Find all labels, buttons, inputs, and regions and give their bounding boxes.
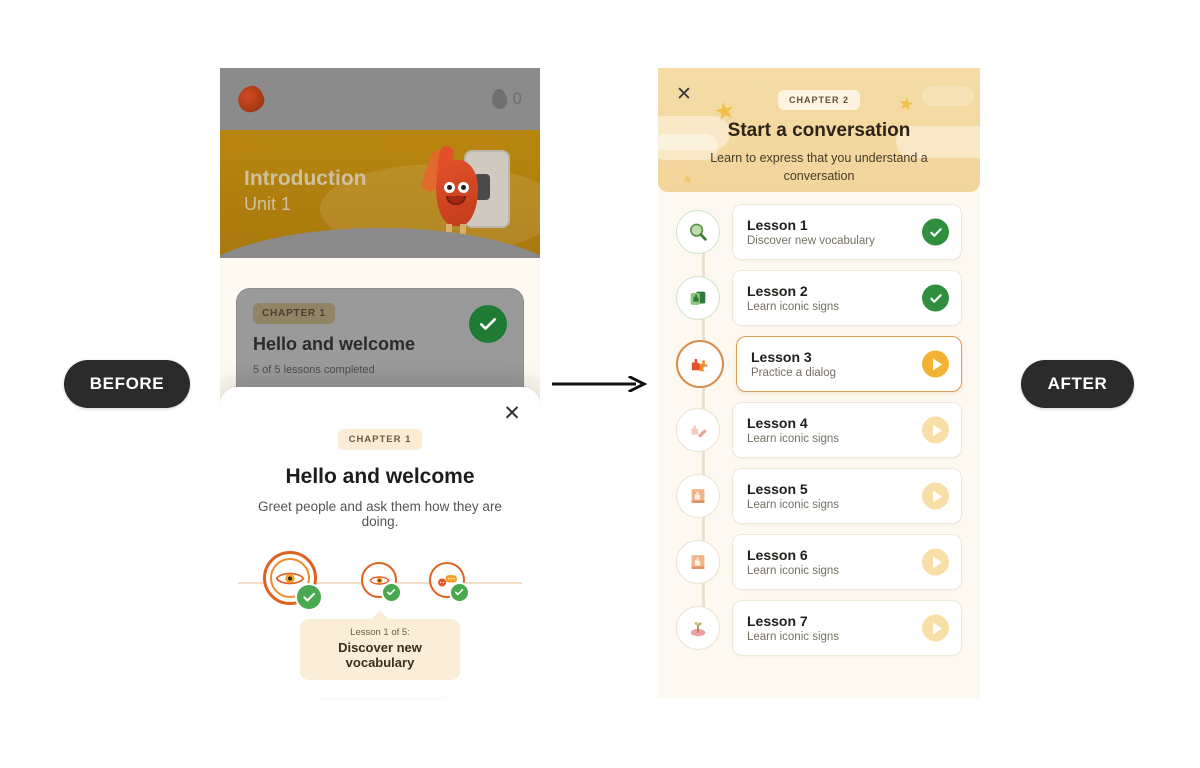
before-label-text: BEFORE	[89, 374, 165, 393]
streak-counter[interactable]: 0	[490, 88, 522, 110]
unit-hero-banner: Introduction Unit 1	[220, 130, 540, 258]
lesson-card[interactable]: Lesson 5 Learn iconic signs	[732, 468, 962, 524]
check-circle-icon	[469, 305, 507, 343]
chapter-header-banner: ★ ★ ★ ✕ CHAPTER 2 Start a conversation L…	[658, 68, 980, 192]
list-item[interactable]: Lesson 1 Discover new vocabulary	[676, 204, 962, 260]
arrow-right-icon	[552, 376, 648, 392]
list-item[interactable]: Lesson 4 Learn iconic signs	[676, 402, 962, 458]
lesson-description: Learn iconic signs	[747, 631, 840, 643]
list-item[interactable]: Lesson 2 Learn iconic signs	[676, 270, 962, 326]
lesson-card[interactable]: Lesson 4 Learn iconic signs	[732, 402, 962, 458]
lesson-card[interactable]: Lesson 2 Learn iconic signs	[732, 270, 962, 326]
eye-node-icon[interactable]	[361, 562, 402, 603]
lesson-card[interactable]: Lesson 1 Discover new vocabulary	[732, 204, 962, 260]
chapter-card-progress-text: 5 of 5 lessons completed	[253, 364, 375, 376]
comparison-stage: BEFORE 0 Introduction Unit 1 CHAPTER 1 H…	[0, 0, 1200, 768]
after-label-pill: AFTER	[1021, 360, 1134, 408]
play-icon[interactable]	[922, 482, 949, 510]
book-hand-icon	[676, 540, 720, 584]
chapter-tag-badge: CHAPTER 2	[777, 90, 860, 110]
play-icon[interactable]	[922, 416, 949, 444]
lesson-title: Lesson 2	[747, 283, 808, 299]
tooltip-title: Discover new vocabulary	[338, 640, 422, 670]
list-item[interactable]: Lesson 5 Learn iconic signs	[676, 468, 962, 524]
play-triangle	[932, 622, 942, 634]
unit-subtitle: Unit 1	[244, 194, 292, 214]
lesson-bottom-sheet: ✕ CHAPTER 1 Hello and welcome Greet peop…	[220, 387, 540, 700]
play-triangle	[932, 556, 942, 568]
list-item[interactable]: Lesson 3 Practice a dialog	[676, 336, 962, 392]
after-screen: ★ ★ ★ ✕ CHAPTER 2 Start a conversation L…	[658, 68, 980, 698]
app-top-bar: 0	[220, 68, 540, 130]
lesson-list: Lesson 1 Discover new vocabulary Lesson …	[658, 192, 980, 656]
check-icon[interactable]	[922, 218, 949, 246]
eye-node-icon[interactable]	[263, 551, 323, 611]
chapter-card-title: Hello and welcome	[253, 334, 416, 354]
cards-hand-icon	[676, 276, 720, 320]
cloud-icon	[922, 86, 974, 106]
lesson-description: Discover new vocabulary	[747, 235, 875, 247]
lesson-node-track	[238, 551, 522, 613]
list-item[interactable]: Lesson 7 Learn iconic signs	[676, 600, 962, 656]
book-hand-icon	[676, 474, 720, 518]
star-icon: ★	[896, 92, 916, 116]
mascot-eye-left	[444, 182, 455, 193]
lesson-title: Lesson 7	[747, 613, 808, 629]
mascot-foot-right	[457, 237, 470, 244]
play-icon[interactable]	[922, 350, 949, 378]
lesson-card[interactable]: Lesson 7 Learn iconic signs	[732, 600, 962, 656]
after-label-text: AFTER	[1047, 374, 1108, 393]
check-icon[interactable]	[922, 284, 949, 312]
lesson-description: Practice a dialog	[751, 367, 837, 379]
close-icon[interactable]: ✕	[500, 401, 524, 425]
check-icon	[295, 583, 323, 611]
chat-node-icon[interactable]	[429, 562, 470, 603]
lesson-title: Lesson 3	[751, 349, 812, 365]
lesson-description: Learn iconic signs	[747, 433, 840, 445]
magnifier-icon	[676, 210, 720, 254]
list-item[interactable]: Lesson 6 Learn iconic signs	[676, 534, 962, 590]
mascot-leg-right	[460, 224, 466, 240]
mascot-foot-left	[442, 237, 455, 244]
lesson-description: Learn iconic signs	[747, 301, 840, 313]
check-icon	[381, 582, 402, 603]
streak-count-text: 0	[512, 89, 522, 108]
lesson-card[interactable]: Lesson 6 Learn iconic signs	[732, 534, 962, 590]
play-triangle	[932, 358, 942, 370]
lesson-description: Learn iconic signs	[747, 499, 840, 511]
check-icon	[449, 582, 470, 603]
mascot-body	[436, 160, 478, 226]
two-hands-icon	[676, 340, 724, 388]
lesson-title: Lesson 1	[747, 217, 808, 233]
sheet-subtitle: Greet people and ask them how they are d…	[258, 499, 502, 529]
leaf-logo-icon[interactable]	[235, 83, 267, 115]
lesson-title: Lesson 6	[747, 547, 808, 563]
sheet-chapter-tag: CHAPTER 1	[337, 429, 423, 450]
hand-arm-icon	[676, 408, 720, 452]
play-icon[interactable]	[922, 548, 949, 576]
unit-title: Introduction	[244, 167, 367, 190]
mascot-eye-right	[458, 182, 469, 193]
lesson-title: Lesson 5	[747, 481, 808, 497]
before-label-pill: BEFORE	[64, 360, 190, 408]
play-triangle	[932, 490, 942, 502]
chapter-subtitle: Learn to express that you understand a c…	[710, 151, 928, 183]
play-icon[interactable]	[922, 614, 949, 642]
mascot-leg-left	[446, 224, 452, 240]
tooltip-eyebrow: Lesson 1 of 5:	[350, 627, 410, 638]
sprout-icon	[676, 606, 720, 650]
play-triangle	[932, 424, 942, 436]
lesson-tooltip: Lesson 1 of 5: Discover new vocabulary	[300, 619, 460, 680]
lesson-description: Learn iconic signs	[747, 565, 840, 577]
lesson-card[interactable]: Lesson 3 Practice a dialog	[736, 336, 962, 392]
lesson-title: Lesson 4	[747, 415, 808, 431]
before-screen: 0 Introduction Unit 1 CHAPTER 1 Hello an…	[220, 68, 540, 700]
unit-hero-text: Introduction Unit 1	[244, 166, 366, 216]
close-icon[interactable]: ✕	[673, 83, 695, 105]
flame-icon	[490, 88, 508, 110]
chapter-card-tag: CHAPTER 1	[253, 303, 335, 324]
chapter-title: Start a conversation	[727, 120, 911, 141]
mascot-character-icon	[419, 144, 516, 244]
sheet-title: Hello and welcome	[285, 465, 475, 488]
